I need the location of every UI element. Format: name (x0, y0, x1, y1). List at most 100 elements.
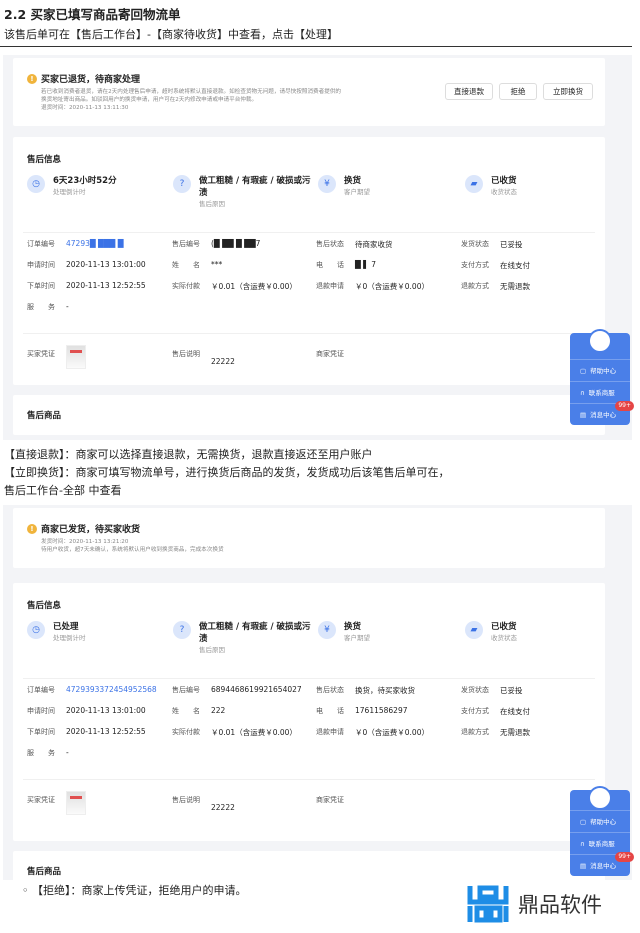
buyer-proof-label: 买家凭证 (27, 350, 55, 358)
message-icon: ▤ (580, 411, 587, 419)
section-title: 售后信息 (27, 155, 62, 165)
alert-title-text: 商家已发货，待买家收货 (41, 525, 141, 535)
order-number-link[interactable]: 4729393372454952568 (66, 685, 157, 694)
field-value: 无需退款 (500, 728, 530, 737)
exchange-now-button[interactable]: 立即换货 (543, 83, 593, 100)
stat-label: 处理倒计时 (53, 634, 86, 642)
buyer-proof-label: 买家凭证 (27, 796, 55, 804)
help-center-button[interactable]: ▢ 帮助中心 (570, 810, 630, 832)
field-label: 售后状态 (316, 240, 344, 248)
reject-button[interactable]: 拒绝 (499, 83, 537, 100)
alert-title: ! 买家已退货，待商家处理 (27, 72, 140, 85)
field-label: 售后编号 (172, 240, 200, 248)
stat-value: 换货 (344, 622, 362, 632)
field-label: 支付方式 (461, 261, 489, 269)
field-value: (█ ██ █ ██7 (211, 239, 261, 248)
field-label: 售后编号 (172, 686, 200, 694)
divider (0, 46, 632, 47)
field-value: 换货，待买家收货 (355, 686, 415, 695)
alert-line: 退货时间：2020-11-13 13:11:30 (41, 105, 129, 111)
help-center-button[interactable]: ▢ 帮助中心 (570, 359, 630, 381)
field-label: 售后状态 (316, 686, 344, 694)
field-value: 2020-11-13 12:52:55 (66, 281, 146, 290)
note-exchange-cont: 售后工作台-全部 中查看 (4, 484, 122, 497)
stat-item: ? 做工粗糙 / 有瑕疵 / 破损或污渍 售后原因 (173, 175, 319, 209)
order-number-link[interactable]: 47293█ ███ █ (66, 239, 123, 248)
stat-value: 6天23小时52分 (53, 176, 117, 186)
field-value: 无需退款 (500, 282, 530, 291)
field-value: ￥0.01（含运费￥0.00） (211, 728, 297, 737)
message-center-button[interactable]: ▤ 消息中心 99+ (570, 852, 634, 876)
note-label: 售后说明 (172, 796, 200, 804)
section-title: 售后商品 (27, 411, 62, 421)
alert-description: 发货时间：2020-11-13 13:21:20 待用户收货，超7天未确认，系统将… (41, 538, 421, 554)
message-center-button[interactable]: ▤ 消息中心 99+ (570, 401, 634, 425)
field-value: 2020-11-13 13:01:00 (66, 706, 146, 715)
stat-label: 售后原因 (199, 646, 225, 654)
stat-value: 换货 (344, 176, 362, 186)
field-value: *** (211, 260, 223, 269)
stat-label: 客户期望 (344, 188, 370, 196)
divider (23, 333, 595, 334)
direct-refund-button[interactable]: 直接退款 (445, 83, 493, 100)
field-label: 服 务 (27, 749, 55, 757)
field-value: 已妥投 (500, 686, 523, 695)
stat-item: ◷ 已处理 处理倒计时 (27, 621, 173, 643)
stat-label: 收货状态 (491, 188, 517, 196)
field-value: █ ▌ 7 (355, 260, 377, 269)
widget-item-label: 消息中心 (590, 862, 617, 870)
widget-item-label: 帮助中心 (590, 818, 617, 826)
field-label: 电 话 (316, 261, 344, 269)
alert-title: ! 商家已发货，待买家收货 (27, 522, 140, 535)
buyer-proof-image[interactable] (66, 345, 86, 369)
field-value: 2020-11-13 12:52:55 (66, 727, 146, 736)
field-value: 2020-11-13 13:01:00 (66, 260, 146, 269)
stat-label: 收货状态 (491, 634, 517, 642)
field-label: 支付方式 (461, 707, 489, 715)
field-label: 下单时间 (27, 282, 55, 290)
field-label: 申请时间 (27, 707, 55, 715)
screenshot-panel-1: ! 买家已退货，待商家处理若已收到消费者退货，请在2天内处理售后申请，超时系统将默… (3, 55, 634, 440)
field-value: 222 (211, 706, 226, 715)
field-label: 发货状态 (461, 686, 489, 694)
contact-service-button[interactable]: ∩ 联系商服 (570, 381, 630, 403)
field-value: 在线支付 (500, 707, 530, 716)
field-label: 退款申请 (316, 728, 344, 736)
floating-help-widget: ▢ 帮助中心 ∩ 联系商服 ▤ 消息中心 99+ (570, 329, 634, 425)
screenshot-panel-2: ! 商家已发货，待买家收货发货时间：2020-11-13 13:21:20 待用户收… (3, 505, 634, 891)
headset-icon: ∩ (580, 389, 585, 397)
stat-value: 做工粗糙 / 有瑕疵 / 破损或污渍 (199, 622, 311, 644)
note-label: 售后说明 (172, 350, 200, 358)
buyer-proof-image[interactable] (66, 791, 86, 815)
note-value: 22222 (211, 357, 235, 366)
seller-proof-label: 商家凭证 (316, 350, 344, 358)
widget-item-label: 消息中心 (590, 411, 617, 419)
service-avatar-icon (588, 786, 612, 810)
aftersale-info-card: 售后信息 ◷ 已处理 处理倒计时? 做工粗糙 / 有瑕疵 / 破损或污渍 售后原因 ¥ 换货客… (13, 583, 605, 841)
stat-item: ¥ 换货 客户期望 (318, 621, 464, 643)
status-alert-card: ! 商家已发货，待买家收货发货时间：2020-11-13 13:21:20 待用户收… (13, 508, 605, 568)
note-exchange: 【立即换货】：商家可填写物流单号，进行换货后商品的发货，发货成功后该笔售后单可在… (4, 466, 450, 479)
field-label: 姓 名 (172, 707, 200, 715)
stat-value: 已收货 (491, 176, 517, 186)
logo-text: 鼎品软件 (518, 893, 602, 917)
widget-item-label: 帮助中心 (590, 367, 617, 375)
field-label: 订单编号 (27, 240, 55, 248)
field-label: 下单时间 (27, 728, 55, 736)
field-value: 17611586297 (355, 706, 408, 715)
note-value: 22222 (211, 803, 235, 812)
alert-line: 发货时间：2020-11-13 13:21:20 (41, 539, 129, 545)
truck-icon: ▰ (465, 621, 483, 639)
service-avatar-icon (588, 329, 612, 353)
stat-label: 售后原因 (199, 200, 225, 208)
clock-icon: ◷ (27, 175, 45, 193)
note-reject: ◦ 【拒绝】：商家上传凭证，拒绝用户的申请。 (22, 884, 247, 897)
clock-icon: ◷ (27, 621, 45, 639)
yen-exchange-icon: ¥ (318, 621, 336, 639)
contact-service-button[interactable]: ∩ 联系商服 (570, 832, 630, 854)
headset-icon: ∩ (580, 840, 585, 848)
field-value: 在线支付 (500, 261, 530, 270)
alert-line: 若已收到消费者退货，请在2天内处理售后申请，超时系统将默认直接退款。如检查货物无… (41, 89, 342, 95)
field-label: 姓 名 (172, 261, 200, 269)
divider (23, 779, 595, 780)
